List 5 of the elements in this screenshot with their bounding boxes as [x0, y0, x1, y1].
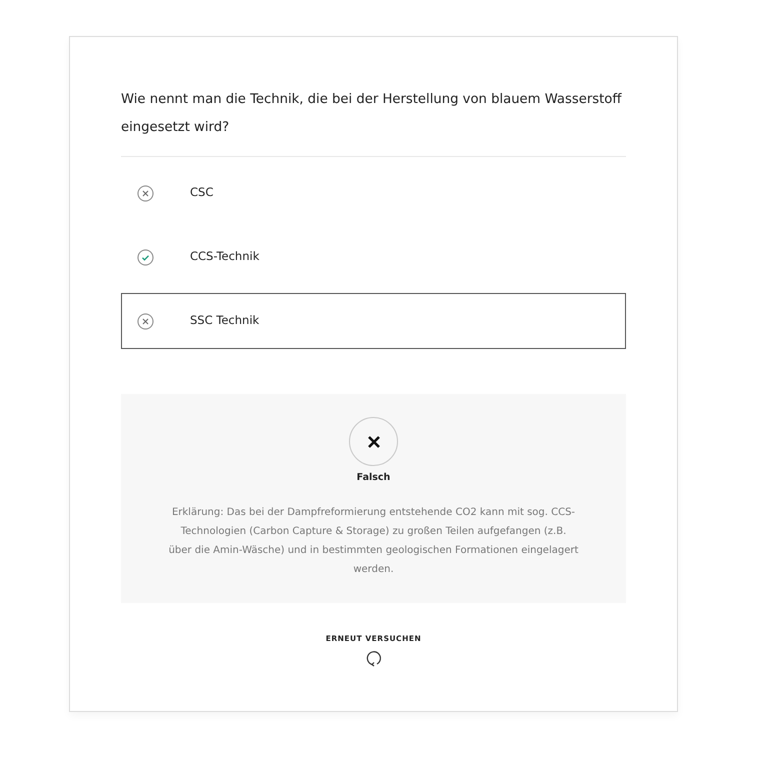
question-text: Wie nennt man die Technik, die bei der Herstellung von blauem Wasserstoff eingesetzt wird?: [121, 86, 626, 157]
explanation-text: Erklärung: Das bei der Dampfreformierung entstehende CO2 kann mit sog. CCS-Technologien (Carbon Capture & Storage) zu großen Teilen aufgefangen (z.B. über die Amin-Wäsche) und in bestimmten geologischen Formationen eingelagert werden.: [168, 506, 578, 578]
answer-option[interactable]: SSC Technik: [121, 293, 626, 349]
refresh-icon[interactable]: [364, 648, 382, 666]
result-label: Falsch: [356, 471, 392, 485]
